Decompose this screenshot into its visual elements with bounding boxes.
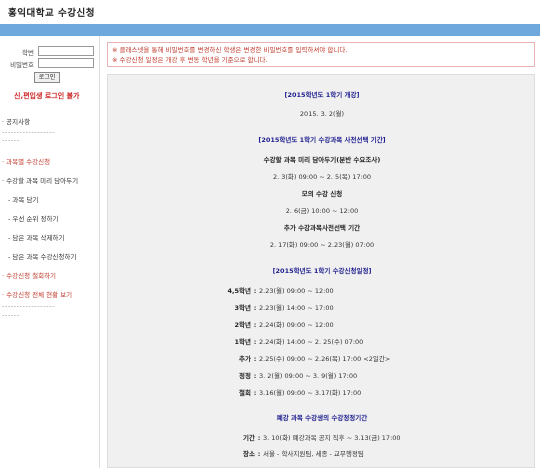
- menu-cart-apply[interactable]: - 담은 과목 수강신청하기: [8, 251, 76, 261]
- semester-open-title: [2015학년도 1학기 개강]: [284, 91, 360, 99]
- menu-cart-add[interactable]: - 과목 담기: [8, 194, 38, 204]
- schedule-value: 3.16(월) 09:00 ~ 3.17(화) 17:00: [259, 389, 362, 397]
- notice-line: ※ 클래스넷을 통해 비밀번호를 변경하신 학생은 변경한 비밀번호를 입력하셔…: [112, 46, 348, 54]
- login-form: 학번 비밀번호 로그인: [0, 42, 100, 90]
- menu-notice[interactable]: · 공지사항: [2, 116, 30, 126]
- extra-date: 2. 17(화) 09:00 ~ 2.23(월) 07:00: [269, 241, 375, 249]
- transfer-login-notice: 신,편입생 로그인 불가: [14, 92, 80, 100]
- cart-date: 2. 3(화) 09:00 ~ 2. 5(목) 17:00: [272, 173, 372, 181]
- site-title: 홍익대학교 수강신청: [8, 8, 95, 19]
- schedule-label: 정정: [239, 372, 251, 380]
- schedule-row: 3학년:2.23(월) 14:00 ~ 17:00: [224, 302, 334, 312]
- schedule-value: 3. 2(월) 09:00 ~ 3. 9(월) 17:00: [259, 372, 358, 380]
- schedule-label: 3학년: [234, 304, 251, 312]
- menu-divider: ------: [2, 136, 20, 144]
- student-id-input[interactable]: [38, 46, 94, 56]
- schedule-panel: [2015학년도 1학기 개강] 2015. 3. 2(월) [2015학년도 …: [107, 74, 535, 468]
- schedule-label: 4,5학년: [227, 287, 251, 295]
- menu-cart-delete[interactable]: - 담은 과목 삭제하기: [8, 232, 64, 242]
- cart-heading: 수강할 과목 미리 담아두기(분반 수요조사): [263, 156, 381, 164]
- schedule-row: 추가:2.25(수) 09:00 ~ 2.26(목) 17:00 <2일간>: [224, 353, 390, 363]
- header: 홍익대학교 수강신청: [0, 0, 540, 24]
- menu-withdraw[interactable]: · 수강신청 철회하기: [2, 270, 56, 280]
- menu-full-status[interactable]: · 수강신청 전체 현황 보기: [2, 289, 72, 299]
- semester-open-date: 2015. 3. 2(월): [299, 110, 345, 118]
- menu-divider: ------------------: [2, 128, 56, 136]
- login-button[interactable]: 로그인: [34, 72, 60, 83]
- period-label: 기간: [243, 434, 255, 442]
- cancel-course-title: 폐강 과목 수강생의 수강정정기간: [276, 414, 368, 422]
- schedule-value: 2.23(월) 09:00 ~ 12:00: [259, 287, 334, 295]
- menu-cart-group[interactable]: · 수강할 과목 미리 담아두기: [2, 175, 78, 185]
- password-input[interactable]: [38, 58, 94, 68]
- notice-line: ※ 수강신청 일정은 개강 후 변동 학년을 기준으로 합니다.: [112, 56, 268, 64]
- student-id-label: 학번: [22, 49, 34, 57]
- schedule-row: 철회:3.16(월) 09:00 ~ 3.17(화) 17:00: [224, 387, 361, 397]
- place-value: 서울 - 학사지원팀, 세종 - 교무행정팀: [263, 450, 364, 458]
- menu-divider: ------------------: [2, 302, 56, 310]
- notice-box: ※ 클래스넷을 통해 비밀번호를 변경하신 학생은 변경한 비밀번호를 입력하셔…: [107, 42, 535, 67]
- schedule-row: 정정:3. 2(월) 09:00 ~ 3. 9(월) 17:00: [224, 370, 357, 380]
- registration-title: [2015학년도 1학기 수강신청일정]: [272, 267, 372, 275]
- period-value: 3. 10(화) 폐강과목 공지 직후 ~ 3.13(금) 17:00: [263, 434, 401, 442]
- mock-heading: 모의 수강 신청: [301, 190, 343, 198]
- schedule-label: 추가: [239, 355, 251, 363]
- login-id-row: 학번: [4, 46, 96, 57]
- schedule-value: 2.24(화) 14:00 ~ 2. 25(수) 07:00: [259, 338, 364, 346]
- pre-selection-title: [2015학년도 1학기 수강과목 사전선택 기간]: [258, 136, 386, 144]
- schedule-value: 2.24(화) 09:00 ~ 12:00: [259, 321, 334, 329]
- top-bar: [0, 24, 540, 36]
- schedule-label: 철회: [239, 389, 251, 397]
- login-pw-row: 비밀번호: [4, 58, 96, 69]
- period-row: 기간:3. 10(화) 폐강과목 공지 직후 ~ 3.13(금) 17:00: [228, 432, 401, 442]
- schedule-row: 2학년:2.24(화) 09:00 ~ 12:00: [224, 319, 334, 329]
- place-label: 장소: [243, 450, 255, 458]
- menu-cart-priority[interactable]: - 우선 순위 정하기: [8, 213, 58, 223]
- schedule-value: 2.23(월) 14:00 ~ 17:00: [259, 304, 334, 312]
- schedule-value: 2.25(수) 09:00 ~ 2.26(목) 17:00 <2일간>: [259, 355, 391, 363]
- mock-date: 2. 6(금) 10:00 ~ 12:00: [285, 207, 359, 215]
- place-row: 장소: 서울 - 학사지원팀, 세종 - 교무행정팀: [228, 448, 364, 458]
- extra-heading: 추가 수강과목사전선택 기간: [283, 224, 361, 232]
- schedule-row: 1학년:2.24(화) 14:00 ~ 2. 25(수) 07:00: [224, 336, 364, 346]
- schedule-label: 2학년: [234, 321, 251, 329]
- menu-divider: ------: [2, 311, 20, 319]
- menu-by-class[interactable]: · 과목별 수강신청: [2, 156, 50, 166]
- sidebar: 학번 비밀번호 로그인 신,편입생 로그인 불가 · 공지사항 --------…: [0, 36, 100, 468]
- schedule-label: 1학년: [234, 338, 251, 346]
- password-label: 비밀번호: [10, 61, 34, 69]
- schedule-row: 4,5학년:2.23(월) 09:00 ~ 12:00: [224, 285, 334, 295]
